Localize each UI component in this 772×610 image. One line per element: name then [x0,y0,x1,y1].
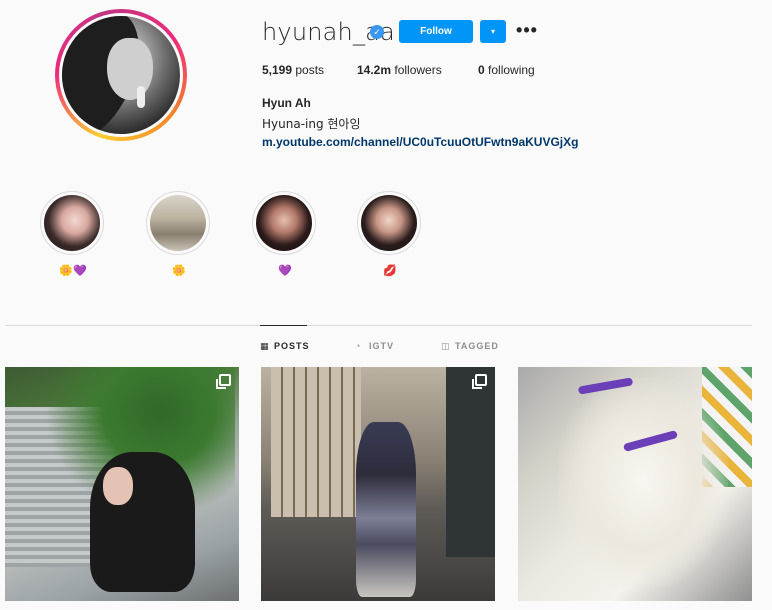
post-thumbnail-2[interactable] [261,367,495,601]
following-link[interactable]: 0 following [478,63,535,77]
tab-posts-label: POSTS [274,341,310,351]
posts-count-stat: 5,199 posts [262,63,324,77]
highlight-cover-image [256,195,312,251]
post-thumbnail-1[interactable] [5,367,239,601]
highlight-ring [252,191,316,255]
post-scene-dog [558,377,728,587]
post-scene-person [356,422,416,597]
profile-avatar[interactable] [55,9,187,141]
active-tab-indicator [260,325,307,326]
tab-igtv[interactable]: ◔ IGTV [355,341,394,351]
verified-badge-icon: ✓ [370,25,384,39]
tabs-divider [5,325,752,326]
post-scene-door [446,367,495,557]
tab-posts[interactable]: ▦ POSTS [260,341,310,351]
post-scene-gate [271,367,361,517]
avatar-earring-shape [137,86,145,108]
followers-label: followers [394,63,442,77]
story-highlight-1[interactable]: 🌼💜 [40,191,106,278]
profile-bio: Hyuna-ing 현아잉 [262,117,361,131]
suggested-accounts-dropdown-button[interactable]: ▾ [480,20,506,43]
following-count: 0 [478,63,485,77]
posts-label: posts [295,63,325,77]
post-scene-face [103,467,133,505]
avatar-image [62,16,180,134]
highlight-label: 🌼💜 [59,265,87,277]
post-thumbnail-3[interactable] [518,367,752,601]
highlight-ring [146,191,210,255]
grid-icon: ▦ [260,340,270,351]
story-highlight-2[interactable]: 🌼 [146,191,212,278]
highlight-label: 💋 [383,265,397,277]
tab-igtv-label: IGTV [369,341,395,351]
followers-count: 14.2m [357,63,392,77]
highlight-label: 💜 [278,265,292,277]
profile-full-name: Hyun Ah [262,96,311,110]
bio-external-link[interactable]: m.youtube.com/channel/UC0uTcuuOtUFwtn9aK… [262,135,578,149]
story-highlight-3[interactable]: 💜 [252,191,318,278]
carousel-icon [472,374,487,389]
igtv-icon: ◔ [355,340,362,351]
more-options-icon[interactable]: ••• [515,18,539,42]
highlight-cover-image [361,195,417,251]
carousel-icon [216,374,231,389]
highlight-label: 🌼 [172,265,186,277]
tagged-icon: ◫ [441,340,451,351]
avatar-face-shape [107,38,153,100]
posts-count: 5,199 [262,63,293,77]
following-label: following [488,63,535,77]
story-highlight-4[interactable]: 💋 [357,191,423,278]
followers-link[interactable]: 14.2m followers [357,63,442,77]
avatar-border [59,13,183,137]
highlight-cover-image [150,195,206,251]
follow-button[interactable]: Follow [399,20,473,43]
tab-tagged-label: TAGGED [455,341,499,351]
tab-tagged[interactable]: ◫ TAGGED [441,341,499,351]
highlight-ring [40,191,104,255]
highlight-ring [357,191,421,255]
highlight-cover-image [44,195,100,251]
